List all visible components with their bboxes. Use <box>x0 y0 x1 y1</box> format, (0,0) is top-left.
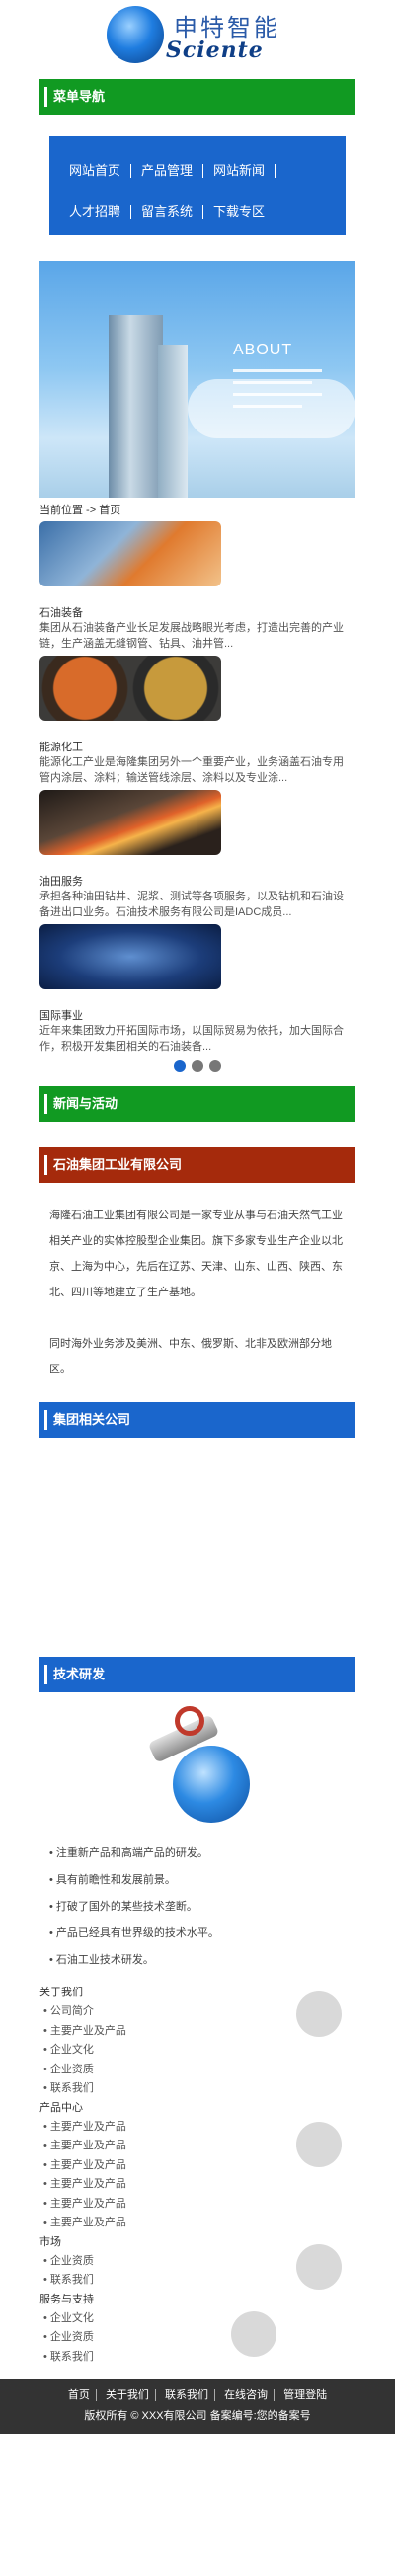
banner-text-line <box>233 393 322 396</box>
tech-section-bar: 技术研发 <box>40 1657 356 1692</box>
tech-section-title: 技术研发 <box>53 1667 106 1681</box>
tech-list-item: 打破了国外的某些技术垄断。 <box>49 1894 395 1920</box>
bottom-link-contact[interactable]: 联系我们 <box>159 2389 215 2401</box>
company-section-bar: 石油集团工业有限公司 <box>40 1147 356 1183</box>
news-thumb <box>40 521 221 586</box>
banner-cloud <box>188 379 356 438</box>
copyright: 版权所有 © XXX有限公司 备案编号:您的备案号 <box>84 2410 311 2422</box>
news-title: 国际事业 <box>40 1010 83 1022</box>
nav-jobs[interactable]: 人才招聘 <box>59 205 132 219</box>
valve-icon <box>175 1706 204 1736</box>
company-logo-icon <box>296 1991 342 2037</box>
group-content-area <box>0 1438 395 1657</box>
footer-group-head[interactable]: 产品中心 <box>40 2099 356 2118</box>
news-desc: 能源化工产业是海隆集团另外一个重要产业，业务涵盖石油专用管内涂层、涂料；输送管线… <box>40 756 344 784</box>
breadcrumb: 当前位置 -> 首页 <box>40 505 121 516</box>
nav-downloads[interactable]: 下载专区 <box>203 205 275 219</box>
footer-group-head[interactable]: 服务与支持 <box>40 2291 356 2309</box>
slider-dots <box>0 1060 395 1072</box>
logo-en: Sciente <box>166 38 264 63</box>
slider-dot[interactable] <box>174 1060 186 1072</box>
slider-dot[interactable] <box>192 1060 203 1072</box>
news-section-bar: 新闻与活动 <box>40 1086 356 1122</box>
news-item[interactable]: 油田服务 承担各种油田钻井、泥浆、测试等各项服务，以及钻机和石油设备进出口业务。… <box>40 790 351 920</box>
menu-nav: 网站首页 产品管理 网站新闻 人才招聘 留言系统 下载专区 <box>49 136 346 235</box>
tech-list: 注重新产品和高端产品的研发。 具有前瞻性和发展前景。 打破了国外的某些技术垄断。… <box>49 1840 395 1974</box>
company-intro: 海隆石油工业集团有限公司是一家专业从事与石油天然气工业相关产业的实体控股型企业集… <box>49 1203 346 1382</box>
nav-news[interactable]: 网站新闻 <box>203 164 276 178</box>
menu-row: 人才招聘 留言系统 下载专区 <box>59 192 336 233</box>
banner-text-line <box>233 381 312 384</box>
gear-icon <box>296 2122 342 2167</box>
news-desc: 承担各种油田钻井、泥浆、测试等各项服务，以及钻机和石油设备进出口业务。石油技术服… <box>40 891 344 918</box>
tech-list-item: 注重新产品和高端产品的研发。 <box>49 1840 395 1867</box>
site-logo[interactable]: 申特智能 Sciente <box>0 0 395 71</box>
footer-link[interactable]: 主要产业及产品 <box>40 2175 356 2195</box>
banner-text-line <box>233 405 302 408</box>
news-thumb <box>40 656 221 721</box>
footer-links: 关于我们 公司简介 主要产业及产品 企业文化 企业资质 联系我们 产品中心 主要… <box>40 1984 356 2367</box>
footer-link[interactable]: 企业文化 <box>40 2309 356 2329</box>
news-section-title: 新闻与活动 <box>53 1096 118 1111</box>
news-desc: 集团从石油装备产业长足发展战略眼光考虑，打造出完善的产业链，生产涵盖无缝钢管、钻… <box>40 622 344 650</box>
footer-link[interactable]: 主要产业及产品 <box>40 2195 356 2215</box>
news-item[interactable]: 国际事业 近年来集团致力开拓国际市场，以国际贸易为依托，加大国际合作，积极开发集… <box>40 924 351 1054</box>
banner-text-line <box>233 369 322 372</box>
tech-list-item: 具有前瞻性和发展前景。 <box>49 1867 395 1894</box>
banner-building <box>109 315 163 498</box>
news-title: 油田服务 <box>40 876 83 888</box>
footer-link[interactable]: 联系我们 <box>40 2348 356 2368</box>
folder-icon <box>231 2311 276 2357</box>
bottom-link-consult[interactable]: 在线咨询 <box>218 2389 276 2401</box>
bottom-links: 首页 关于我们 联系我们 在线咨询 管理登陆 <box>0 2379 395 2404</box>
bottom-link-about[interactable]: 关于我们 <box>99 2389 156 2401</box>
footer-link[interactable]: 主要产业及产品 <box>40 2214 356 2233</box>
group-section-bar: 集团相关公司 <box>40 1402 356 1438</box>
globe-icon <box>296 2244 342 2290</box>
bottom-bar: 首页 关于我们 联系我们 在线咨询 管理登陆 版权所有 © XXX有限公司 备案… <box>0 2379 395 2434</box>
footer-link[interactable]: 企业资质 <box>40 2328 356 2348</box>
logo-swirl-icon <box>107 6 164 63</box>
tech-list-item: 石油工业技术研发。 <box>49 1947 395 1974</box>
nav-guestbook[interactable]: 留言系统 <box>131 205 204 219</box>
news-title: 能源化工 <box>40 742 83 753</box>
menu-title: 菜单导航 <box>53 89 106 104</box>
banner-building-side <box>158 345 188 498</box>
footer-link[interactable]: 企业资质 <box>40 2061 356 2080</box>
globe-icon <box>173 1746 250 1823</box>
nav-products[interactable]: 产品管理 <box>131 164 204 178</box>
news-list: 石油装备 集团从石油装备产业长足发展战略眼光考虑，打造出完善的产业链，生产涵盖无… <box>40 521 351 1054</box>
news-desc: 近年来集团致力开拓国际市场，以国际贸易为依托，加大国际合作，积极开发集团相关的石… <box>40 1025 344 1053</box>
footer-link[interactable]: 联系我们 <box>40 2079 356 2099</box>
tech-illustration <box>143 1706 252 1823</box>
company-section-title: 石油集团工业有限公司 <box>53 1157 183 1172</box>
news-title: 石油装备 <box>40 607 83 619</box>
page: 申特智能 Sciente 菜单导航 网站首页 产品管理 网站新闻 人才招聘 留言… <box>0 0 395 2434</box>
nav-home[interactable]: 网站首页 <box>59 164 132 178</box>
footer-link[interactable]: 企业文化 <box>40 2041 356 2061</box>
news-thumb <box>40 790 221 855</box>
group-section-title: 集团相关公司 <box>53 1412 131 1427</box>
bottom-link-admin[interactable]: 管理登陆 <box>277 2389 333 2401</box>
bottom-link-home[interactable]: 首页 <box>61 2389 97 2401</box>
banner-headline: ABOUT <box>233 342 293 358</box>
news-thumb <box>40 924 221 989</box>
about-banner[interactable]: ABOUT <box>40 261 356 498</box>
menu-title-bar: 菜单导航 <box>40 79 356 115</box>
slider-dot[interactable] <box>209 1060 221 1072</box>
news-item[interactable]: 能源化工 能源化工产业是海隆集团另外一个重要产业，业务涵盖石油专用管内涂层、涂料… <box>40 656 351 786</box>
menu-row: 网站首页 产品管理 网站新闻 <box>59 150 336 192</box>
company-intro-text: 海隆石油工业集团有限公司是一家专业从事与石油天然气工业相关产业的实体控股型企业集… <box>49 1210 343 1298</box>
company-intro-text-2: 同时海外业务涉及美洲、中东、俄罗斯、北非及欧洲部分地区。 <box>49 1338 332 1375</box>
news-item[interactable]: 石油装备 集团从石油装备产业长足发展战略眼光考虑，打造出完善的产业链，生产涵盖无… <box>40 521 351 652</box>
tech-list-item: 产品已经具有世界级的技术水平。 <box>49 1920 395 1947</box>
